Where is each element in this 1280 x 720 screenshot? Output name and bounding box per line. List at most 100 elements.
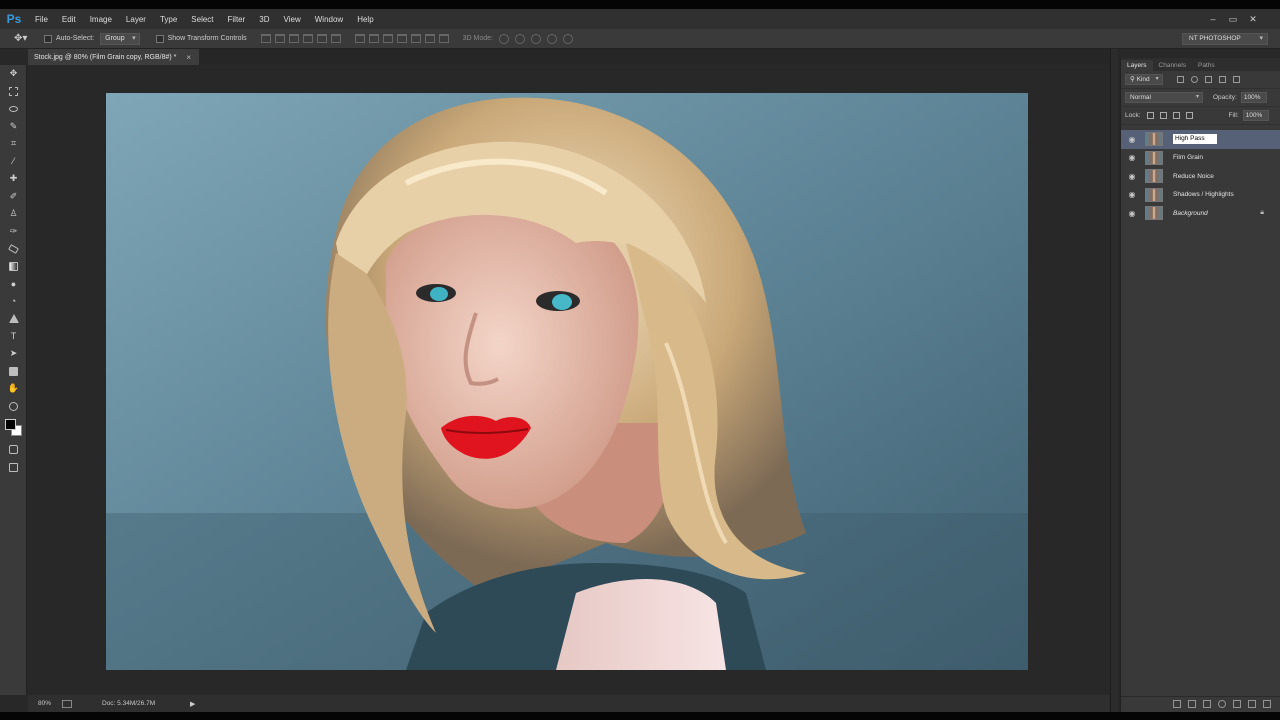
visibility-eye-icon[interactable]: ◉ (1125, 153, 1139, 162)
workspace-dropdown[interactable]: NT PHOTOSHOP (1182, 33, 1268, 45)
adjustment-layer-icon[interactable] (1218, 699, 1226, 708)
3d-rotate-icon[interactable] (498, 33, 509, 44)
menu-layer[interactable]: Layer (119, 15, 153, 24)
distribute-bottom-icon[interactable] (382, 34, 393, 43)
document-canvas[interactable] (106, 93, 1028, 670)
crop-tool-icon[interactable]: ⌗ (0, 135, 27, 153)
show-transform-checkbox[interactable] (155, 34, 164, 43)
new-group-icon[interactable] (1233, 699, 1241, 708)
menu-filter[interactable]: Filter (221, 15, 253, 24)
align-top-icon[interactable] (260, 34, 271, 43)
menu-file[interactable]: File (28, 15, 55, 24)
blend-mode-dropdown[interactable]: Normal (1125, 92, 1203, 103)
align-hcenter-icon[interactable] (316, 34, 327, 43)
screen-mode-icon[interactable] (0, 459, 27, 477)
distribute-right-icon[interactable] (424, 34, 435, 43)
restore-button[interactable]: ▭ (1226, 13, 1240, 25)
kind-filter-dropdown[interactable]: ⚲ Kind (1125, 74, 1163, 85)
delete-layer-icon[interactable] (1263, 699, 1271, 708)
clone-stamp-tool-icon[interactable]: ♙ (0, 205, 27, 223)
type-tool-icon[interactable]: T (0, 328, 27, 346)
pen-tool-icon[interactable] (0, 310, 27, 328)
link-layers-icon[interactable] (1173, 699, 1181, 708)
blur-tool-icon[interactable]: ● (0, 275, 27, 293)
menu-select[interactable]: Select (184, 15, 220, 24)
tab-layers[interactable]: Layers (1121, 60, 1153, 71)
move-tool-icon[interactable]: ✥ (0, 65, 27, 83)
menu-help[interactable]: Help (350, 15, 380, 24)
menu-type[interactable]: Type (153, 15, 184, 24)
eraser-tool-icon[interactable] (0, 240, 27, 258)
layer-shadows-highlights[interactable]: ◉ Shadows / Highlights (1121, 186, 1280, 205)
menu-window[interactable]: Window (308, 15, 350, 24)
move-tool-icon[interactable]: ✥▾ (14, 33, 36, 44)
3d-roll-icon[interactable] (514, 33, 525, 44)
tab-paths[interactable]: Paths (1192, 60, 1221, 71)
spot-healing-tool-icon[interactable]: ✚ (0, 170, 27, 188)
quick-mask-icon[interactable] (0, 441, 27, 459)
marquee-tool-icon[interactable] (0, 83, 27, 101)
layer-name-input[interactable]: High Pass (1173, 134, 1217, 145)
eyedropper-tool-icon[interactable]: ⁄ (0, 153, 27, 171)
lasso-tool-icon[interactable] (0, 100, 27, 118)
layer-reduce-noice[interactable]: ◉ Reduce Noice (1121, 167, 1280, 186)
3d-scale-icon[interactable] (562, 33, 573, 44)
gradient-tool-icon[interactable] (0, 258, 27, 276)
minimize-button[interactable]: – (1206, 13, 1220, 25)
layer-high-pass[interactable]: ◉ High Pass (1121, 130, 1280, 149)
foreground-color-swatch[interactable] (5, 419, 16, 430)
align-left-icon[interactable] (302, 34, 313, 43)
auto-select-checkbox[interactable] (44, 34, 52, 43)
menu-3d[interactable]: 3D (252, 15, 276, 24)
align-right-icon[interactable] (330, 34, 341, 43)
zoom-tool-icon[interactable] (0, 398, 27, 416)
distribute-top-icon[interactable] (354, 34, 365, 43)
align-bottom-icon[interactable] (288, 34, 299, 43)
status-menu-arrow[interactable]: ▶ (190, 700, 195, 708)
lock-all-icon[interactable] (1185, 112, 1193, 119)
visibility-eye-icon[interactable]: ◉ (1125, 190, 1139, 199)
distribute-vcenter-icon[interactable] (368, 34, 379, 43)
adjustment-filter-icon[interactable] (1190, 76, 1198, 83)
shape-filter-icon[interactable] (1218, 76, 1226, 83)
close-icon[interactable]: × (186, 53, 191, 62)
visibility-eye-icon[interactable]: ◉ (1125, 209, 1139, 218)
visibility-eye-icon[interactable]: ◉ (1125, 135, 1139, 144)
menu-view[interactable]: View (277, 15, 308, 24)
distribute-hcenter-icon[interactable] (410, 34, 421, 43)
lock-transparent-icon[interactable] (1146, 112, 1154, 119)
brush-tool-icon[interactable]: ✐ (0, 188, 27, 206)
new-layer-icon[interactable] (1248, 699, 1256, 708)
auto-align-icon[interactable] (438, 34, 449, 43)
align-vcenter-icon[interactable] (274, 34, 285, 43)
type-filter-icon[interactable] (1204, 76, 1212, 83)
close-button[interactable]: ✕ (1246, 13, 1260, 25)
layer-style-icon[interactable] (1188, 699, 1196, 708)
3d-pan-icon[interactable] (530, 33, 541, 44)
tab-channels[interactable]: Channels (1153, 60, 1192, 71)
pixel-filter-icon[interactable] (1176, 76, 1184, 83)
add-mask-icon[interactable] (1203, 699, 1211, 708)
menu-image[interactable]: Image (83, 15, 119, 24)
smart-object-filter-icon[interactable] (1232, 76, 1240, 83)
fill-input[interactable]: 100% (1242, 110, 1269, 121)
menu-edit[interactable]: Edit (55, 15, 83, 24)
history-brush-tool-icon[interactable]: ✑ (0, 223, 27, 241)
visibility-eye-icon[interactable]: ◉ (1125, 172, 1139, 181)
dodge-tool-icon[interactable]: ◔ (0, 293, 27, 311)
hand-tool-icon[interactable]: ✋ (0, 380, 27, 398)
zoom-level[interactable]: 80% (38, 700, 62, 707)
layer-film-grain[interactable]: ◉ Film Grain (1121, 149, 1280, 168)
distribute-left-icon[interactable] (396, 34, 407, 43)
3d-slide-icon[interactable] (546, 33, 557, 44)
canvas-area[interactable] (28, 65, 1118, 695)
quick-selection-tool-icon[interactable]: ✎ (0, 118, 27, 136)
document-tab[interactable]: Stock.jpg @ 80% (Film Grain copy, RGB/8#… (28, 49, 200, 65)
opacity-input[interactable]: 100% (1240, 92, 1267, 103)
lock-position-icon[interactable] (1172, 112, 1180, 119)
auto-select-dropdown[interactable]: Group (100, 32, 140, 45)
rectangle-tool-icon[interactable] (0, 363, 27, 381)
export-icon[interactable] (62, 699, 72, 708)
lock-pixels-icon[interactable] (1159, 112, 1167, 119)
path-selection-tool-icon[interactable]: ➤ (0, 345, 27, 363)
